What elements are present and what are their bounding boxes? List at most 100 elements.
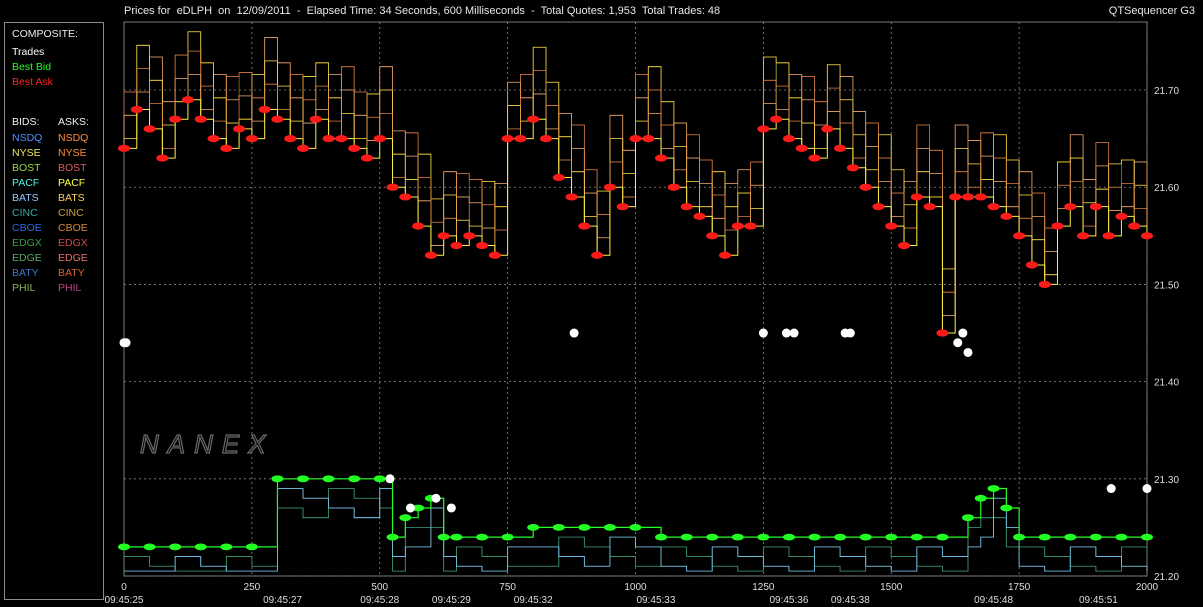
best-ask-point (322, 135, 335, 143)
best-ask-point (795, 144, 808, 152)
best-ask-point (719, 251, 732, 259)
best-bid-point (437, 533, 450, 541)
best-bid-point (245, 543, 258, 551)
best-ask-point (476, 241, 489, 250)
best-ask-point (680, 203, 693, 211)
best-ask-point (348, 144, 361, 152)
time-label: 09:45:51 (1079, 595, 1118, 606)
best-ask-point (961, 193, 974, 201)
best-ask-point (1051, 222, 1064, 230)
best-ask-point (1064, 203, 1077, 211)
best-bid-point (936, 533, 949, 541)
time-label: 09:45:29 (432, 595, 471, 606)
best-ask-point (118, 144, 130, 152)
nanex-watermark: NANEX (140, 429, 275, 459)
best-ask-point (386, 183, 399, 191)
best-ask-point (898, 241, 911, 250)
best-bid-point (399, 514, 412, 522)
best-bid-point (629, 524, 642, 531)
best-ask-point (565, 193, 578, 201)
time-label: 09:45:32 (514, 595, 553, 606)
x-tick-label: 2000 (1136, 582, 1159, 593)
best-ask-point (1025, 261, 1038, 269)
time-label: 09:45:25 (105, 595, 144, 606)
best-ask-point (770, 115, 783, 123)
best-bid-point (271, 475, 284, 483)
trade-point (963, 347, 973, 357)
best-bid-point (501, 533, 514, 541)
best-bid-point (1013, 533, 1026, 541)
best-ask-point (233, 125, 246, 133)
best-ask-point (539, 135, 552, 143)
best-ask-point (872, 203, 885, 211)
best-ask-point (399, 193, 412, 201)
trade-point (845, 328, 855, 338)
best-ask-point (130, 105, 143, 114)
y-tick-label: 21.40 (1154, 378, 1179, 389)
best-bid-point (885, 533, 898, 541)
best-ask-point (693, 212, 706, 220)
best-ask-point (373, 135, 386, 143)
best-ask-point (846, 164, 859, 172)
best-ask-point (258, 105, 271, 114)
time-label: 09:45:33 (636, 595, 675, 606)
best-bid-point (974, 494, 987, 502)
x-tick-label: 250 (244, 582, 261, 593)
best-ask-point (859, 183, 872, 191)
trade-point (405, 503, 415, 513)
best-bid-point (910, 533, 923, 541)
best-bid-point (680, 533, 693, 541)
best-ask-point (271, 115, 284, 123)
trade-point (758, 328, 768, 338)
best-ask-point (552, 173, 565, 182)
best-ask-point (757, 125, 770, 133)
best-ask-point (629, 135, 642, 143)
best-ask-point (424, 251, 437, 259)
trade-point (953, 338, 963, 348)
trade-point (385, 474, 395, 484)
best-bid-point (118, 543, 130, 551)
best-ask-point (731, 222, 744, 230)
best-bid-point (706, 533, 719, 541)
best-ask-point (488, 251, 501, 259)
x-tick-label: 1500 (880, 582, 903, 593)
time-label: 09:45:38 (831, 595, 870, 606)
x-tick-label: 1250 (752, 582, 775, 593)
best-ask-point (501, 135, 514, 143)
best-ask-point (1077, 232, 1090, 240)
best-bid-point (348, 475, 361, 483)
best-bid-point (1141, 533, 1153, 541)
y-tick-label: 21.60 (1154, 183, 1179, 194)
best-ask-point (936, 329, 949, 337)
best-bid-point (386, 533, 399, 541)
x-tick-label: 1000 (624, 582, 647, 593)
best-bid-point (527, 524, 540, 531)
best-bid-point (373, 475, 386, 483)
best-ask-point (1000, 212, 1013, 220)
best-ask-point (974, 193, 987, 201)
best-ask-point (591, 251, 604, 259)
best-ask-point (143, 125, 156, 133)
trade-point (958, 328, 968, 338)
best-ask-point (744, 222, 757, 230)
trade-point (121, 338, 131, 348)
best-ask-point (181, 96, 194, 104)
best-bid-point (808, 533, 821, 541)
x-tick-label: 500 (371, 582, 388, 593)
best-bid-point (476, 533, 489, 541)
trade-point (781, 328, 791, 338)
best-bid-point (297, 475, 310, 483)
best-ask-point (987, 203, 1000, 211)
best-bid-point (552, 524, 565, 531)
best-bid-point (220, 543, 233, 551)
best-ask-point (923, 203, 936, 211)
best-bid-point (169, 543, 182, 551)
best-bid-point (1089, 533, 1102, 541)
time-label: 09:45:28 (360, 595, 399, 606)
best-ask-point (910, 193, 923, 201)
best-bid-point (782, 533, 795, 541)
best-ask-point (450, 241, 463, 250)
best-ask-point (297, 144, 310, 152)
x-tick-label: 1750 (1008, 582, 1031, 593)
best-ask-point (527, 115, 540, 123)
